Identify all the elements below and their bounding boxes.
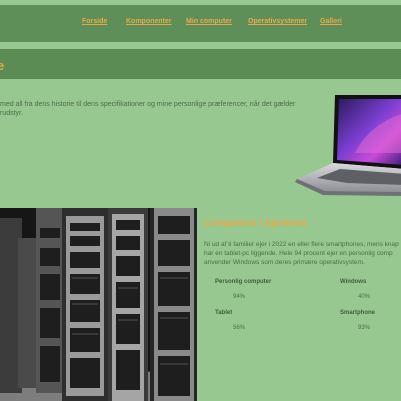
section-line: Ni ud af ti familier ejer i 2022 en elle… — [204, 241, 399, 248]
laptop-image — [295, 95, 401, 196]
stat-label-smartphone: Smartphone — [340, 310, 376, 316]
nav-link-galleri[interactable]: Galleri — [320, 18, 342, 25]
section-text: Ni ud af ti familier ejer i 2022 en elle… — [204, 240, 399, 267]
stat-label-tablet: Tablet — [215, 310, 233, 316]
stat-label-windows: Windows — [340, 279, 367, 285]
nav-link-operativsystemer[interactable]: Operativsystemer — [248, 18, 307, 25]
main-nav: Forside Komponenter Min computer Operati… — [0, 5, 401, 42]
server-room-image — [0, 208, 197, 401]
section-line: har en tablet-pc liggende. Hele 94 proce… — [204, 250, 393, 257]
section-line: anvender Windows som deres primære opera… — [204, 259, 365, 266]
intro-line: rudstyr. — [0, 110, 23, 117]
intro-line: med all fra dens historie til dens speci… — [0, 101, 296, 108]
page-banner: re — [0, 49, 401, 79]
intro-text: med all fra dens historie til dens speci… — [0, 100, 300, 118]
stat-value-pc: 94% — [233, 294, 246, 300]
nav-link-forside[interactable]: Forside — [82, 18, 107, 25]
page-title: re — [0, 58, 5, 73]
stat-value-windows: 40% — [358, 294, 371, 300]
stat-label-pc: Personlig computer — [215, 279, 272, 285]
nav-link-komponenter[interactable]: Komponenter — [126, 18, 172, 25]
nav-link-min-computer[interactable]: Min computer — [186, 18, 232, 25]
stat-value-smartphone: 93% — [358, 325, 371, 331]
stat-value-tablet: 56% — [233, 325, 246, 331]
section-title: Computere i hjemmet — [204, 218, 307, 229]
